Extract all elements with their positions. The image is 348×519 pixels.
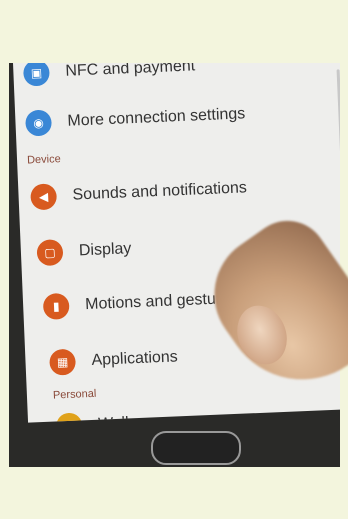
scrollbar[interactable] bbox=[336, 69, 340, 190]
settings-item-more-connection[interactable]: ◉ More connection settings bbox=[24, 89, 246, 148]
wallpaper-icon: ▤ bbox=[55, 412, 83, 423]
settings-item-label: Sounds and notifications bbox=[72, 179, 248, 204]
hand-icon: ▮ bbox=[42, 292, 70, 320]
speaker-icon: ◀ bbox=[30, 183, 58, 211]
settings-item-label: Display bbox=[78, 240, 132, 260]
wireless-icon: ◉ bbox=[25, 109, 53, 137]
settings-item-applications[interactable]: ▦ Applications bbox=[49, 332, 179, 387]
settings-item-label: More connection settings bbox=[67, 105, 246, 130]
settings-item-label: NFC and payment bbox=[65, 63, 196, 80]
apps-grid-icon: ▦ bbox=[49, 348, 77, 376]
display-icon: ▢ bbox=[36, 239, 64, 267]
settings-item-label: Applications bbox=[91, 348, 179, 369]
settings-item-label: Wallpaper bbox=[98, 413, 170, 423]
home-button[interactable] bbox=[151, 431, 241, 465]
settings-item-motions[interactable]: ▮ Motions and gestures bbox=[42, 274, 239, 332]
settings-item-display[interactable]: ▢ Display bbox=[36, 224, 132, 278]
settings-item-sounds[interactable]: ◀ Sounds and notifications bbox=[30, 163, 248, 222]
nfc-icon: ▣ bbox=[22, 63, 50, 87]
settings-item-wallpaper[interactable]: ▤ Wallpaper bbox=[55, 397, 170, 423]
section-header-device: Device bbox=[26, 153, 61, 167]
